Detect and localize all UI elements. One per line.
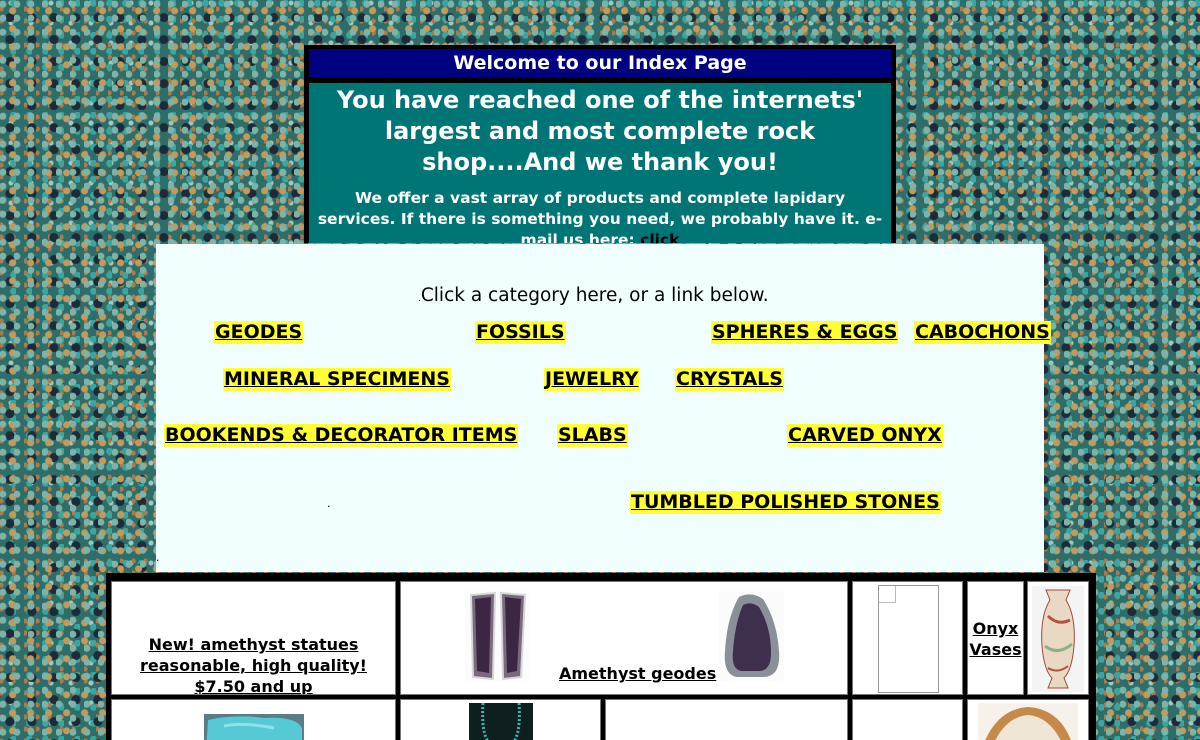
cell-amethyst-geodes: Amethyst geodes — [400, 581, 848, 695]
welcome-box: Welcome to our Index Page You have reach… — [304, 45, 896, 243]
category-mineral-specimens[interactable]: MINERAL SPECIMENS — [223, 368, 451, 391]
category-geodes[interactable]: GEODES — [214, 321, 304, 344]
stray-dot: . — [327, 497, 331, 510]
amethyst-geode-image[interactable] — [719, 591, 784, 681]
category-fossils[interactable]: FOSSILS — [475, 321, 566, 344]
category-tumbled-stones[interactable]: TUMBLED POLISHED STONES — [630, 491, 941, 514]
welcome-title: Welcome to our Index Page — [309, 49, 891, 77]
cell-empty-1 — [605, 699, 848, 740]
category-spheres-eggs[interactable]: SPHERES & EGGS — [711, 321, 899, 344]
cell-statues: New! amethyst statues reasonable, high q… — [111, 581, 396, 695]
welcome-body: You have reached one of the internets' l… — [309, 83, 891, 243]
onyx-vase-image[interactable] — [1032, 586, 1084, 692]
category-cabochons[interactable]: CABOCHONS — [914, 321, 1051, 344]
stray-dot-edge: . — [156, 551, 160, 564]
amethyst-geodes-link[interactable]: Amethyst geodes — [559, 664, 716, 683]
prompt-text: Click a category here, or a link below. — [420, 285, 769, 306]
broken-image-icon[interactable] — [878, 585, 939, 693]
category-jewelry[interactable]: JEWELRY — [544, 368, 640, 391]
product-table: New! amethyst statues reasonable, high q… — [106, 573, 1096, 740]
welcome-sub-text: We offer a vast array of products and co… — [317, 189, 883, 243]
welcome-sub: We offer a vast array of products and co… — [309, 178, 891, 243]
category-carved-onyx[interactable]: CARVED ONYX — [787, 424, 943, 447]
geode-half-image[interactable] — [978, 703, 1078, 740]
category-prompt: .Click a category here, or a link below. — [418, 285, 769, 306]
onyx-vases-link[interactable]: Onyx Vases — [969, 619, 1021, 659]
category-bookends-decorator[interactable]: BOOKENDS & DECORATOR ITEMS — [164, 424, 519, 447]
category-crystals[interactable]: CRYSTALS — [675, 368, 784, 391]
turquoise-necklace-image[interactable] — [469, 703, 533, 740]
amethyst-geode-pair-image[interactable] — [465, 591, 530, 681]
email-link[interactable]: click — [640, 231, 679, 243]
amethyst-statues-link[interactable]: New! amethyst statues reasonable, high q… — [140, 635, 367, 694]
category-panel: .Click a category here, or a link below.… — [156, 244, 1051, 572]
cell-empty-2 — [852, 699, 963, 740]
cell-missing-image — [852, 581, 963, 695]
cell-geode-half — [967, 699, 1089, 740]
cell-onyx-vase-image — [1027, 581, 1089, 695]
cell-turquoise — [111, 699, 396, 740]
cell-onyx-vases: Onyx Vases — [967, 581, 1024, 695]
turquoise-stone-image[interactable] — [204, 714, 304, 740]
cell-necklace — [400, 699, 601, 740]
welcome-lead: You have reached one of the internets' l… — [336, 86, 864, 176]
category-slabs[interactable]: SLABS — [557, 424, 628, 447]
